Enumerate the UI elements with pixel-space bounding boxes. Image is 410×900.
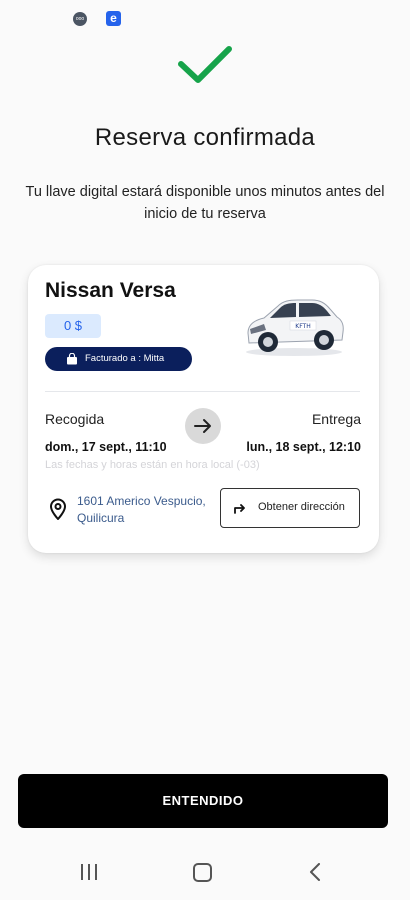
arrow-right-icon [185,408,221,444]
pickup-address: 1601 Americo Vespucio, Quilicura [77,494,206,525]
car-image: KFTH [246,299,344,356]
billing-badge: Facturado a : Mitta [45,347,192,371]
return-label: Entrega [311,411,361,427]
price-badge: 0 $ [45,314,101,338]
status-bar: ooo e [0,0,410,34]
car-name: Nissan Versa [45,279,176,302]
return-date: lun., 18 sept., 12:10 [246,440,361,454]
recents-icon[interactable] [80,864,98,880]
checkmark-icon [178,46,232,83]
billing-label: Facturado a : Mitta [85,353,165,364]
svg-text:KFTH: KFTH [295,323,310,330]
booking-card: Nissan Versa 0 $ Facturado a : Mitta KFT… [28,265,379,553]
timezone-note: Las fechas y horas están en hora local (… [45,459,260,471]
turn-right-icon [234,504,245,514]
get-directions-button[interactable]: Obtener dirección [220,488,360,528]
confirmation-subtitle: Tu llave digital estará disponible unos … [25,184,385,222]
shopping-bag-icon [67,353,77,365]
card-divider [45,391,360,392]
notification-e-icon: e [106,11,121,26]
back-icon[interactable] [309,863,321,881]
location-pin-icon [49,498,67,520]
pickup-date: dom., 17 sept., 11:10 [45,440,167,454]
system-nav-bar [0,845,410,900]
page-title: Reserva confirmada [94,124,316,151]
notification-app-icon: ooo [73,12,87,26]
home-icon[interactable] [193,863,212,882]
understood-button[interactable]: ENTENDIDO [18,774,388,828]
pickup-label: Recogida [45,411,105,427]
get-directions-label: Obtener dirección [258,501,345,513]
